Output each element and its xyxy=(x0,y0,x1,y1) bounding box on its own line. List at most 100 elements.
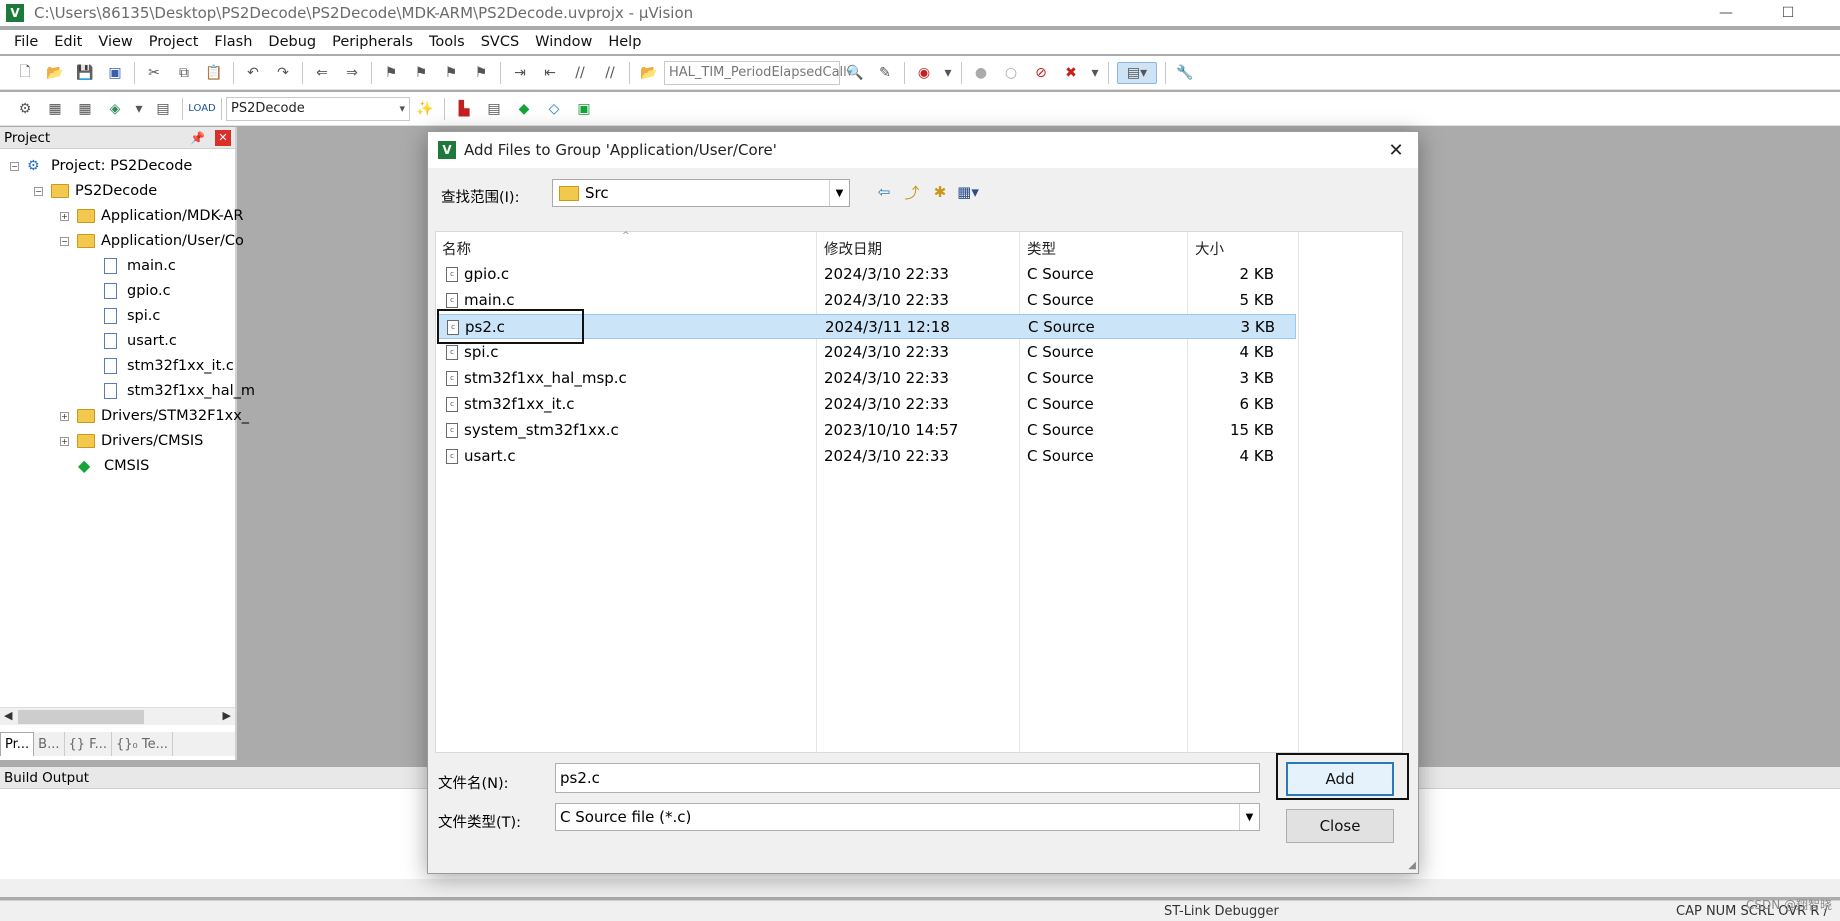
column-header-date[interactable]: 修改日期 xyxy=(824,238,882,259)
resize-grip-icon[interactable]: ◢ xyxy=(1408,860,1416,871)
tree-group-drivers-stm32[interactable]: + Drivers/STM32F1xx_ xyxy=(60,405,249,427)
menu-file[interactable]: File xyxy=(6,34,46,50)
breakpoint-icon[interactable]: ● xyxy=(970,62,992,84)
file-row[interactable]: c stm32f1xx_it.c 2024/3/10 22:33 C Source… xyxy=(438,392,1296,417)
dialog-close-icon[interactable]: ✕ xyxy=(1384,138,1408,162)
collapse-icon[interactable]: − xyxy=(60,236,69,246)
scroll-left-icon[interactable]: ◀ xyxy=(4,709,12,722)
tab-books[interactable]: B... xyxy=(34,732,65,756)
pack-installer-icon[interactable]: ▣ xyxy=(573,98,595,120)
select-packs-icon[interactable]: ◇ xyxy=(543,98,565,120)
save-icon[interactable]: 💾 xyxy=(74,62,96,84)
manage-multi-project-icon[interactable]: ▤ xyxy=(483,98,505,120)
undo-icon[interactable]: ↶ xyxy=(242,62,264,84)
filename-input[interactable]: ps2.c xyxy=(555,763,1260,793)
filetype-combo[interactable]: C Source file (*.c) ▼ xyxy=(555,803,1260,831)
window-layout-icon[interactable]: ▤▾ xyxy=(1117,61,1157,84)
menu-edit[interactable]: Edit xyxy=(46,34,90,50)
view-menu-icon[interactable]: ▦▾ xyxy=(956,180,980,204)
new-file-icon[interactable]: 🗋 xyxy=(14,62,36,84)
file-row[interactable]: c gpio.c 2024/3/10 22:33 C Source 2 KB xyxy=(438,262,1296,287)
menu-window[interactable]: Window xyxy=(527,34,600,50)
tree-target[interactable]: − PS2Decode xyxy=(34,180,157,202)
tree-group-mdk-arm[interactable]: + Application/MDK-AR xyxy=(60,205,243,227)
target-options-icon[interactable]: ✨ xyxy=(414,98,436,120)
tree-file[interactable]: stm32f1xx_hal_m xyxy=(104,380,255,402)
find-icon[interactable]: 🔍 xyxy=(844,62,866,84)
menu-flash[interactable]: Flash xyxy=(206,34,260,50)
tree-group-user-core[interactable]: − Application/User/Co xyxy=(60,230,244,252)
tree-file[interactable]: stm32f1xx_it.c xyxy=(104,355,234,377)
manage-project-items-icon[interactable]: ▙ xyxy=(453,98,475,120)
collapse-icon[interactable]: − xyxy=(10,161,19,171)
chevron-down-icon[interactable]: ▼ xyxy=(1239,804,1259,830)
menu-project[interactable]: Project xyxy=(141,34,207,50)
incremental-find-icon[interactable]: ✎ xyxy=(874,62,896,84)
menu-view[interactable]: View xyxy=(90,34,140,50)
tab-templates[interactable]: {}₀ Te... xyxy=(112,732,173,756)
up-folder-icon[interactable]: ⤴ xyxy=(900,180,924,204)
bookmark-prev-icon[interactable]: ⚑ xyxy=(410,62,432,84)
menu-svcs[interactable]: SVCS xyxy=(473,34,527,50)
nav-back-icon[interactable]: ⇐ xyxy=(311,62,333,84)
tree-file[interactable]: usart.c xyxy=(104,330,177,352)
column-header-name[interactable]: 名称 xyxy=(442,238,471,259)
collapse-icon[interactable]: − xyxy=(34,186,43,196)
cut-icon[interactable]: ✂ xyxy=(143,62,165,84)
find-in-files-icon[interactable]: 📂 xyxy=(638,62,660,84)
breakpoint-kill-icon[interactable]: ✖ xyxy=(1060,62,1082,84)
tree-group-drivers-cmsis[interactable]: + Drivers/CMSIS xyxy=(60,430,203,452)
back-arrow-icon[interactable]: ⇦ xyxy=(872,180,896,204)
build-icon[interactable]: ▦ xyxy=(44,98,66,120)
bookmark-clear-icon[interactable]: ⚑ xyxy=(470,62,492,84)
paste-icon[interactable]: 📋 xyxy=(203,62,225,84)
open-file-icon[interactable]: 📂 xyxy=(44,62,66,84)
menu-debug[interactable]: Debug xyxy=(260,34,324,50)
expand-icon[interactable]: + xyxy=(60,436,69,446)
dropdown-icon[interactable]: ▾ xyxy=(134,98,144,120)
expand-icon[interactable]: + xyxy=(60,211,69,221)
tree-root[interactable]: − ⚙ Project: PS2Decode xyxy=(10,155,192,177)
configure-icon[interactable]: 🔧 xyxy=(1174,62,1196,84)
pin-icon[interactable]: 📌 xyxy=(190,131,205,145)
copy-icon[interactable]: ⧉ xyxy=(173,62,195,84)
download-load-icon[interactable]: LOAD xyxy=(188,98,215,120)
translate-icon[interactable]: ⚙ xyxy=(14,98,36,120)
dropdown-icon[interactable]: ▾ xyxy=(1090,62,1100,84)
menu-tools[interactable]: Tools xyxy=(421,34,473,50)
close-button[interactable]: Close xyxy=(1286,809,1394,843)
look-in-combo[interactable]: Src ▼ xyxy=(552,179,850,207)
tree-cmsis[interactable]: ◆ CMSIS xyxy=(78,455,149,477)
file-row[interactable]: c system_stm32f1xx.c 2023/10/10 14:57 C S… xyxy=(438,418,1296,443)
scroll-right-icon[interactable]: ▶ xyxy=(223,709,231,722)
maximize-button[interactable]: ☐ xyxy=(1765,0,1811,26)
manage-rte-icon[interactable]: ◆ xyxy=(513,98,535,120)
bookmark-next-icon[interactable]: ⚑ xyxy=(440,62,462,84)
column-header-type[interactable]: 类型 xyxy=(1027,238,1056,259)
target-combo[interactable]: PS2Decode ▾ xyxy=(226,96,410,121)
scrollbar-thumb[interactable] xyxy=(18,710,144,724)
save-all-icon[interactable]: ▣ xyxy=(104,62,126,84)
indent-icon[interactable]: ⇥ xyxy=(509,62,531,84)
debug-session-icon[interactable]: ◉ xyxy=(913,62,935,84)
comment-icon[interactable]: // xyxy=(569,62,591,84)
tab-project[interactable]: Pr... xyxy=(0,732,35,756)
breakpoint-enable-icon[interactable]: ○ xyxy=(1000,62,1022,84)
expand-icon[interactable]: + xyxy=(60,411,69,421)
redo-icon[interactable]: ↷ xyxy=(272,62,294,84)
file-row[interactable]: c stm32f1xx_hal_msp.c 2024/3/10 22:33 C S… xyxy=(438,366,1296,391)
tab-functions[interactable]: {} F... xyxy=(65,732,112,756)
new-folder-icon[interactable]: ✱ xyxy=(928,180,952,204)
tree-file[interactable]: gpio.c xyxy=(104,280,171,302)
stop-build-icon[interactable]: ▤ xyxy=(152,98,174,120)
breakpoint-disable-icon[interactable]: ⊘ xyxy=(1030,62,1052,84)
column-header-size[interactable]: 大小 xyxy=(1195,238,1224,259)
function-combo[interactable]: HAL_TIM_PeriodElapsedCall ▾ xyxy=(664,60,852,85)
nav-forward-icon[interactable]: ⇒ xyxy=(341,62,363,84)
bookmark-icon[interactable]: ⚑ xyxy=(380,62,402,84)
tree-file[interactable]: main.c xyxy=(104,255,176,277)
dropdown-icon[interactable]: ▾ xyxy=(943,62,953,84)
chevron-down-icon[interactable]: ▼ xyxy=(829,180,849,206)
batch-build-icon[interactable]: ◈ xyxy=(104,98,126,120)
menu-peripherals[interactable]: Peripherals xyxy=(324,34,421,50)
